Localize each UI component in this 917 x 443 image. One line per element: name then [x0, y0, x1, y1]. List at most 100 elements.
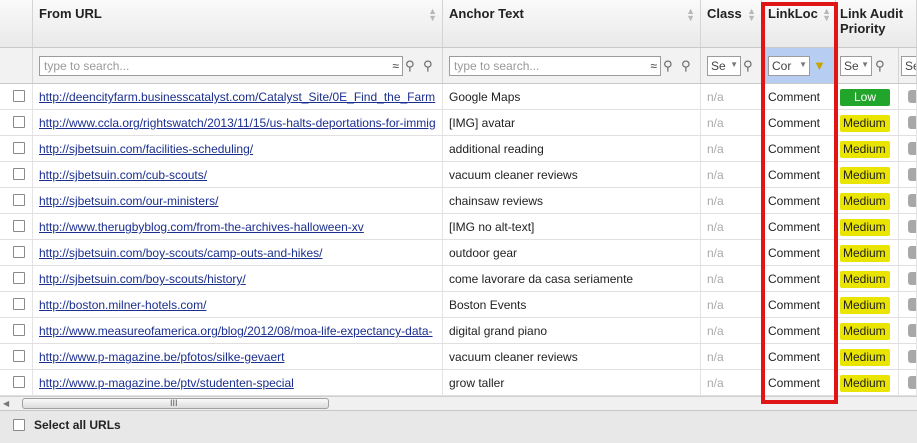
thumbs-icon[interactable]: [908, 324, 916, 337]
table-row[interactable]: http://sjbetsuin.com/boy-scouts/camp-out…: [0, 240, 917, 266]
row-checkbox[interactable]: [13, 90, 25, 102]
clear-filter-icon[interactable]: ⚲: [743, 58, 759, 74]
select-all-checkbox[interactable]: [13, 419, 25, 431]
clear-filter-icon[interactable]: ⚲: [681, 58, 697, 74]
action-cell: [899, 292, 917, 317]
sort-icon[interactable]: ▲ ▼: [747, 7, 756, 23]
from-url-link[interactable]: http://sjbetsuin.com/cub-scouts/: [39, 168, 207, 182]
priority-badge[interactable]: Medium: [840, 115, 890, 132]
filter-row: type to search... ≈ ⚲ ⚲ type to search..…: [0, 48, 917, 84]
thumbs-icon[interactable]: [908, 116, 916, 129]
row-checkbox[interactable]: [13, 350, 25, 362]
header-anchor-text[interactable]: Anchor Text ▲ ▼: [443, 0, 701, 47]
add-filter-icon[interactable]: ⚲: [663, 58, 679, 74]
header-from-url[interactable]: From URL ▲ ▼: [33, 0, 443, 47]
from-url-link[interactable]: http://www.therugbyblog.com/from-the-arc…: [39, 220, 364, 234]
class-cell: n/a: [701, 110, 762, 135]
sort-icon[interactable]: ▲ ▼: [428, 7, 437, 23]
add-filter-icon[interactable]: ⚲: [405, 58, 421, 74]
table-row[interactable]: http://boston.milner-hotels.com/ Boston …: [0, 292, 917, 318]
extra-filter-select[interactable]: Se: [901, 56, 916, 76]
priority-badge[interactable]: Medium: [840, 219, 890, 236]
priority-badge[interactable]: Medium: [840, 349, 890, 366]
priority-badge[interactable]: Medium: [840, 297, 890, 314]
sort-icon[interactable]: ▲ ▼: [822, 7, 831, 23]
from-url-link[interactable]: http://sjbetsuin.com/facilities-scheduli…: [39, 142, 253, 156]
priority-filter-select[interactable]: Se ▼: [840, 56, 872, 76]
priority-badge[interactable]: Medium: [840, 141, 890, 158]
table-row[interactable]: http://www.therugbyblog.com/from-the-arc…: [0, 214, 917, 240]
table-row[interactable]: http://sjbetsuin.com/cub-scouts/ vacuum …: [0, 162, 917, 188]
table-row[interactable]: http://deencityfarm.businesscatalyst.com…: [0, 84, 917, 110]
from-url-link[interactable]: http://sjbetsuin.com/boy-scouts/history/: [39, 272, 246, 286]
scroll-left-icon[interactable]: ◀: [3, 399, 17, 409]
header-link-audit-priority[interactable]: Link Audit Priority: [836, 0, 917, 47]
table-row[interactable]: http://sjbetsuin.com/boy-scouts/history/…: [0, 266, 917, 292]
thumbs-icon[interactable]: [908, 220, 916, 233]
thumbs-icon[interactable]: [908, 376, 916, 389]
thumbs-icon[interactable]: [908, 298, 916, 311]
anchor-text: grow taller: [449, 376, 505, 390]
thumbs-icon[interactable]: [908, 90, 916, 103]
from-url-link[interactable]: http://sjbetsuin.com/boy-scouts/camp-out…: [39, 246, 322, 260]
class-filter-select[interactable]: Se ▼: [707, 56, 741, 76]
thumbs-icon[interactable]: [908, 350, 916, 363]
clear-filter-icon[interactable]: ⚲: [423, 58, 439, 74]
table-row[interactable]: http://sjbetsuin.com/our-ministers/ chai…: [0, 188, 917, 214]
from-url-link[interactable]: http://www.p-magazine.be/pfotos/silke-ge…: [39, 350, 284, 364]
from-url-link[interactable]: http://www.ccla.org/rightswatch/2013/11/…: [39, 116, 436, 130]
table-row[interactable]: http://sjbetsuin.com/facilities-scheduli…: [0, 136, 917, 162]
table-row[interactable]: http://www.ccla.org/rightswatch/2013/11/…: [0, 110, 917, 136]
from-url-link[interactable]: http://www.measureofamerica.org/blog/201…: [39, 324, 433, 338]
from-url-link[interactable]: http://deencityfarm.businesscatalyst.com…: [39, 90, 435, 104]
row-checkbox[interactable]: [13, 246, 25, 258]
thumbs-icon[interactable]: [908, 194, 916, 207]
linkloc-cell: Comment: [762, 214, 836, 239]
scrollbar-thumb[interactable]: III: [22, 398, 329, 409]
approx-match-icon[interactable]: ≈: [650, 59, 657, 73]
thumbs-icon[interactable]: [908, 272, 916, 285]
approx-match-icon[interactable]: ≈: [392, 59, 399, 73]
class-value: n/a: [707, 90, 724, 104]
row-checkbox[interactable]: [13, 298, 25, 310]
table-row[interactable]: http://www.measureofamerica.org/blog/201…: [0, 318, 917, 344]
thumbs-icon[interactable]: [908, 142, 916, 155]
sort-icon[interactable]: ▲ ▼: [686, 7, 695, 23]
table-row[interactable]: http://www.p-magazine.be/pfotos/silke-ge…: [0, 344, 917, 370]
row-checkbox[interactable]: [13, 168, 25, 180]
from-url-cell: http://sjbetsuin.com/cub-scouts/: [33, 162, 443, 187]
thumbs-icon[interactable]: [908, 168, 916, 181]
from-url-link[interactable]: http://sjbetsuin.com/our-ministers/: [39, 194, 218, 208]
priority-badge[interactable]: Medium: [840, 193, 890, 210]
horizontal-scrollbar[interactable]: ◀ III: [0, 396, 917, 410]
thumbs-icon[interactable]: [908, 246, 916, 259]
active-filter-icon[interactable]: ▼: [813, 58, 829, 74]
table-row[interactable]: http://www.p-magazine.be/ptv/studenten-s…: [0, 370, 917, 396]
anchor-text-cell: grow taller: [443, 370, 701, 395]
priority-badge[interactable]: Low: [840, 89, 890, 106]
url-search-input[interactable]: type to search... ≈: [39, 56, 403, 76]
clear-filter-icon[interactable]: ⚲: [875, 58, 891, 74]
row-checkbox[interactable]: [13, 142, 25, 154]
header-linkloc[interactable]: LinkLoc ▲ ▼: [762, 0, 836, 47]
from-url-link[interactable]: http://boston.milner-hotels.com/: [39, 298, 206, 312]
linkloc-filter-select[interactable]: Cor ▼: [768, 56, 810, 76]
row-checkbox[interactable]: [13, 272, 25, 284]
anchor-search-input[interactable]: type to search... ≈: [449, 56, 661, 76]
from-url-link[interactable]: http://www.p-magazine.be/ptv/studenten-s…: [39, 376, 294, 390]
row-checkbox[interactable]: [13, 116, 25, 128]
priority-cell: Medium: [836, 240, 899, 265]
priority-badge[interactable]: Medium: [840, 375, 890, 392]
from-url-cell: http://boston.milner-hotels.com/: [33, 292, 443, 317]
header-class[interactable]: Class ▲ ▼: [701, 0, 762, 47]
priority-filter-value: Se: [844, 59, 859, 73]
priority-badge[interactable]: Medium: [840, 245, 890, 262]
row-checkbox[interactable]: [13, 324, 25, 336]
linkloc-filter-value: Cor: [772, 59, 792, 73]
row-checkbox[interactable]: [13, 194, 25, 206]
priority-badge[interactable]: Medium: [840, 271, 890, 288]
row-checkbox[interactable]: [13, 376, 25, 388]
priority-badge[interactable]: Medium: [840, 167, 890, 184]
priority-badge[interactable]: Medium: [840, 323, 890, 340]
row-checkbox[interactable]: [13, 220, 25, 232]
